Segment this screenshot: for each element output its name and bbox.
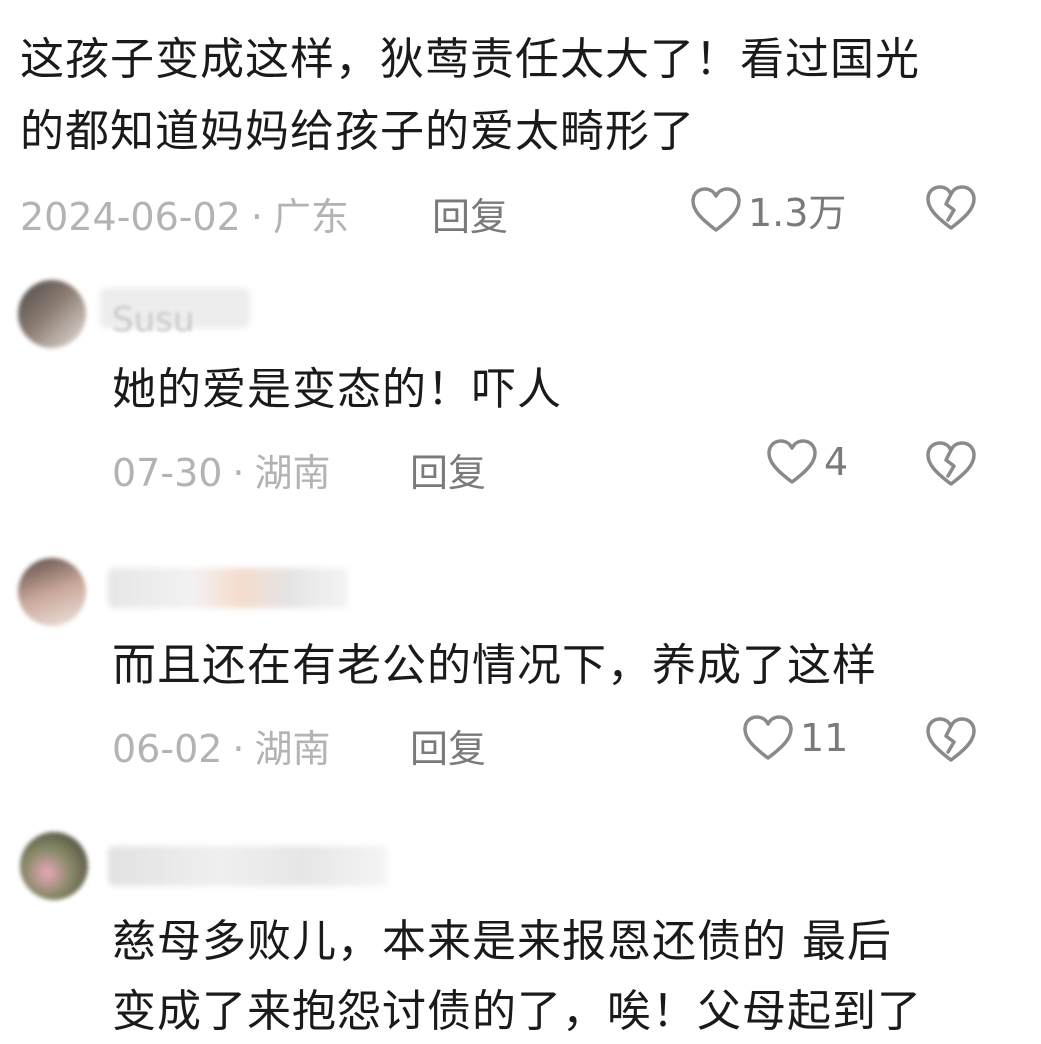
reply-button[interactable]: 回复 <box>432 186 508 241</box>
comment-date: 06-02 <box>112 727 223 771</box>
comment-meta: 2024-06-02 · 广东 <box>20 186 349 241</box>
avatar[interactable] <box>18 558 86 626</box>
comment-text-line: 变成了来抱怨讨债的了，唉！父母起到了 <box>112 986 922 1037</box>
comment-date: 07-30 <box>112 451 223 495</box>
reply-button[interactable]: 回复 <box>410 718 486 773</box>
broken-heart-icon[interactable] <box>925 438 977 490</box>
comment-text-line: 的都知道妈妈给孩子的爱太畸形了 <box>20 106 695 157</box>
meta-separator: · <box>232 451 245 495</box>
avatar[interactable] <box>18 280 86 348</box>
heart-outline-icon <box>691 186 741 232</box>
broken-heart-icon[interactable] <box>925 714 977 766</box>
like-button[interactable]: 4 <box>766 438 848 486</box>
heart-outline-icon <box>767 439 817 484</box>
comment-text-line: 这孩子变成这样，狄莺责任太大了！看过国光 <box>20 34 920 85</box>
meta-separator: · <box>250 195 263 239</box>
like-button[interactable]: 1.3万 <box>690 182 846 237</box>
comment-date: 2024-06-02 <box>20 195 241 239</box>
avatar[interactable] <box>20 832 88 900</box>
comment-location: 湖南 <box>254 727 331 771</box>
like-count: 11 <box>800 716 849 760</box>
username[interactable]: Susu <box>112 300 194 340</box>
reply-button[interactable]: 回复 <box>410 442 486 497</box>
comment-meta: 07-30 · 湖南 <box>112 442 331 497</box>
username-blurred[interactable] <box>108 568 348 608</box>
like-count: 4 <box>824 440 849 484</box>
comment-location: 湖南 <box>254 451 331 495</box>
comment-text-line: 而且还在有老公的情况下，养成了这样 <box>112 640 877 691</box>
comment-text-line: 慈母多败儿，本来是来报恩还债的 最后 <box>112 916 892 967</box>
comment-meta: 06-02 · 湖南 <box>112 718 331 773</box>
comment-location: 广东 <box>272 195 349 239</box>
like-button[interactable]: 11 <box>742 714 848 762</box>
comment-text-line: 她的爱是变态的！吓人 <box>112 364 562 415</box>
username-blurred[interactable] <box>108 846 388 886</box>
meta-separator: · <box>232 727 245 771</box>
heart-outline-icon <box>743 715 793 760</box>
like-count: 1.3万 <box>748 191 847 235</box>
broken-heart-icon[interactable] <box>925 182 977 234</box>
